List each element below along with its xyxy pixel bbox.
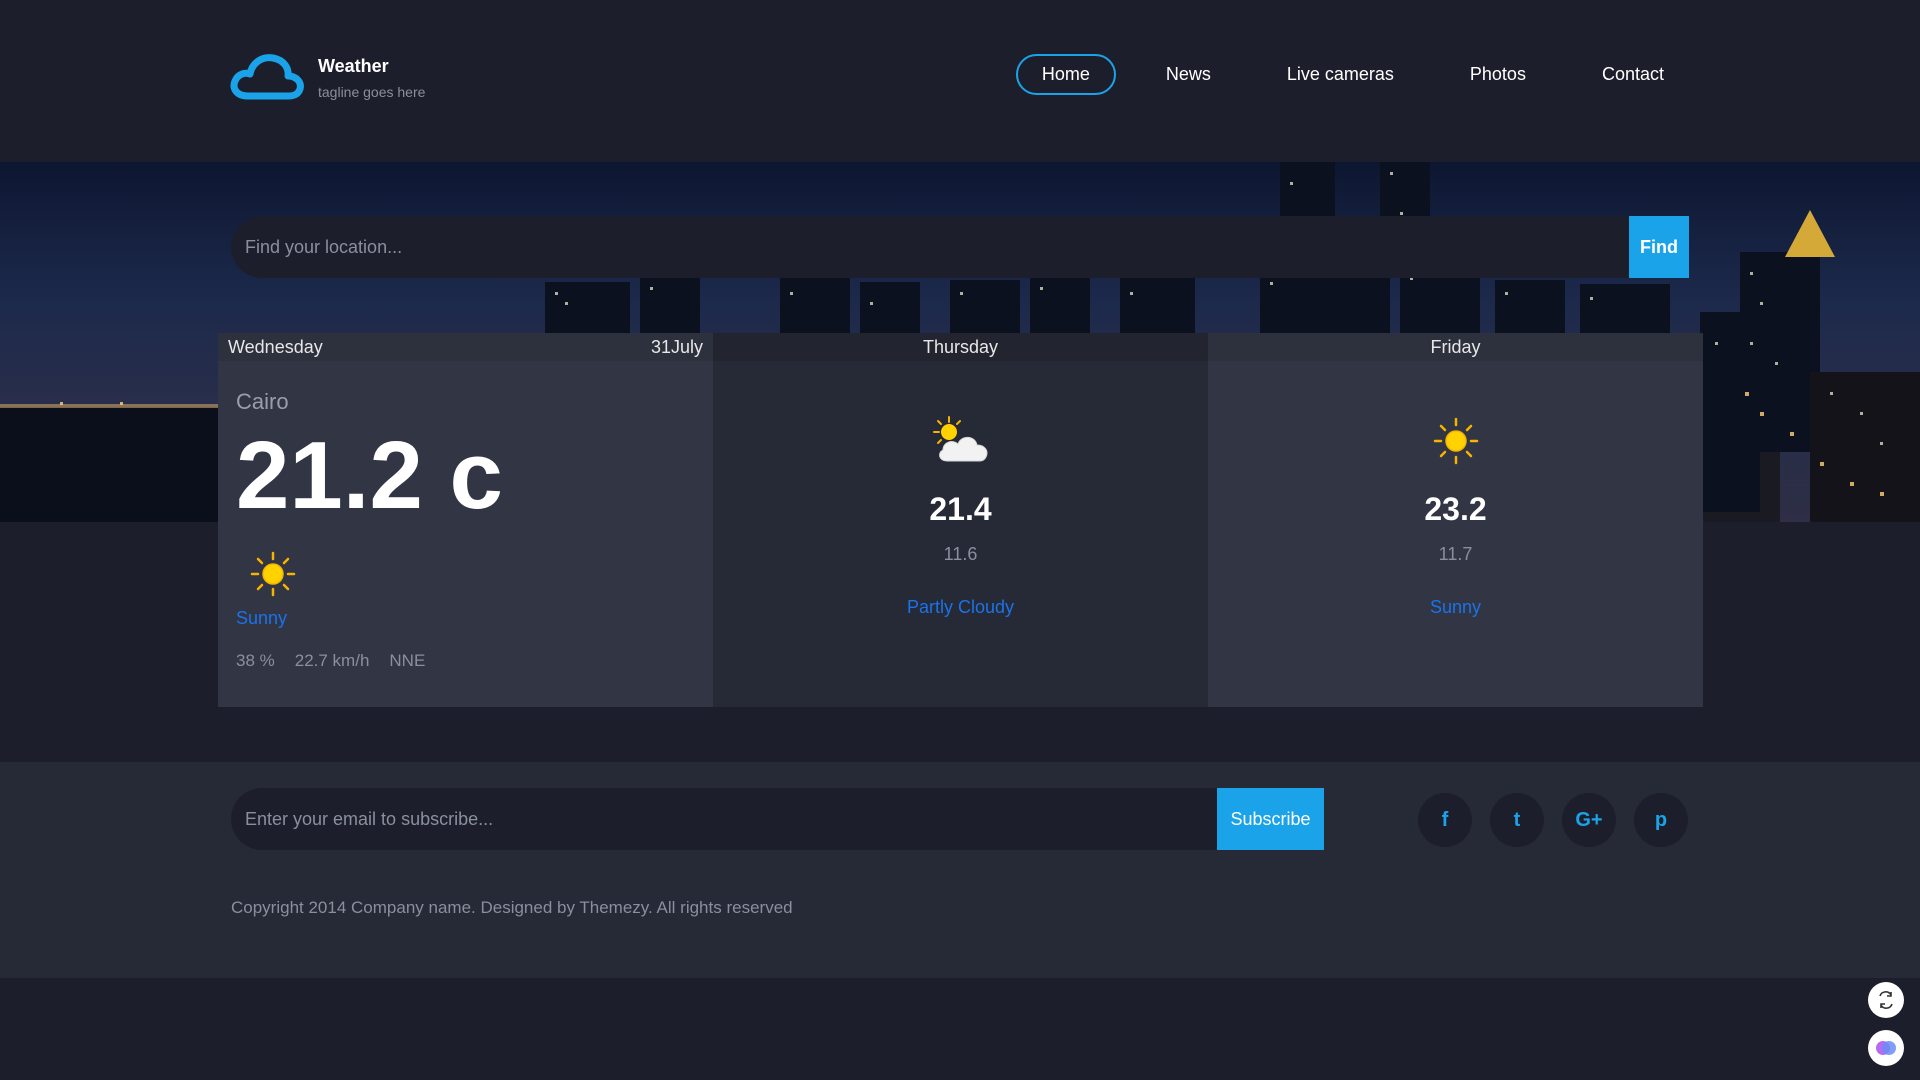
today-condition: Sunny xyxy=(236,608,288,628)
today-card: Wednesday 31July Cairo 21.2 c Sunny 38 %… xyxy=(218,333,713,707)
city-name: Cairo xyxy=(236,389,289,414)
sun-icon xyxy=(250,551,296,597)
nav-live-cameras[interactable]: Live cameras xyxy=(1261,54,1420,95)
current-temperature: 21.2 c xyxy=(236,422,503,529)
forecast-day-label: Thursday xyxy=(713,333,1208,361)
site-header: Weather tagline goes here Home News Live… xyxy=(0,0,1920,162)
nav-news[interactable]: News xyxy=(1140,54,1237,95)
today-day: Wednesday xyxy=(228,336,323,357)
site-footer: Subscribe f t G+ p Copyright 2014 Compan… xyxy=(0,762,1920,978)
main-nav: Home News Live cameras Photos Contact xyxy=(992,54,1690,95)
cloud-logo-icon xyxy=(230,54,304,100)
nav-contact[interactable]: Contact xyxy=(1576,54,1690,95)
translate-glyph-icon xyxy=(1879,991,1893,1009)
pinterest-icon[interactable]: p xyxy=(1634,793,1688,847)
email-subscribe-input[interactable] xyxy=(231,788,1217,850)
forecast-min-temp: 11.7 xyxy=(1438,544,1473,564)
subscribe-form: Subscribe xyxy=(231,788,1324,850)
forecast-card-friday: Friday 23.2 11.7 Sunny xyxy=(1208,333,1703,707)
wind-direction-value: NNE xyxy=(389,651,426,670)
twitter-icon[interactable]: t xyxy=(1490,793,1544,847)
partly-cloudy-icon xyxy=(932,416,987,462)
location-search: Find xyxy=(231,216,1689,278)
forecast-day-label: Friday xyxy=(1208,333,1703,361)
forecast-condition: Sunny xyxy=(1429,597,1482,617)
find-button[interactable]: Find xyxy=(1629,216,1689,278)
social-links: f t G+ p xyxy=(1418,793,1706,847)
forecast-max-temp: 23.2 xyxy=(1424,491,1487,527)
facebook-icon[interactable]: f xyxy=(1418,793,1472,847)
forecast-min-temp: 11.6 xyxy=(943,544,978,564)
translate-icon[interactable] xyxy=(1868,982,1904,1018)
today-date: 31July xyxy=(650,336,703,357)
humidity-value: 38 % xyxy=(236,651,275,670)
sun-icon xyxy=(1433,417,1478,465)
forecast-condition: Partly Cloudy xyxy=(906,597,1015,617)
tagline: tagline goes here xyxy=(318,84,426,100)
google-plus-icon[interactable]: G+ xyxy=(1562,793,1616,847)
today-stats: 38 % 22.7 km/h NNE xyxy=(236,651,695,671)
copyright-text: Copyright 2014 Company name. Designed by… xyxy=(231,898,793,917)
subscribe-button[interactable]: Subscribe xyxy=(1217,788,1324,850)
nav-home[interactable]: Home xyxy=(1015,54,1116,95)
wind-speed-value: 22.7 km/h xyxy=(294,651,370,670)
nav-photos[interactable]: Photos xyxy=(1444,54,1552,95)
forecast-panel: Wednesday 31July Cairo 21.2 c Sunny 38 %… xyxy=(218,333,1703,707)
forecast-max-temp: 21.4 xyxy=(929,491,992,527)
brain-icon xyxy=(1876,1041,1896,1055)
assistant-icon[interactable] xyxy=(1868,1030,1904,1066)
location-search-input[interactable] xyxy=(231,216,1629,278)
logo[interactable]: Weather tagline goes here xyxy=(230,52,425,102)
forecast-card-thursday: Thursday 21.4 11.6 Partly Cloudy xyxy=(713,333,1208,707)
brand-name: Weather xyxy=(318,56,389,76)
